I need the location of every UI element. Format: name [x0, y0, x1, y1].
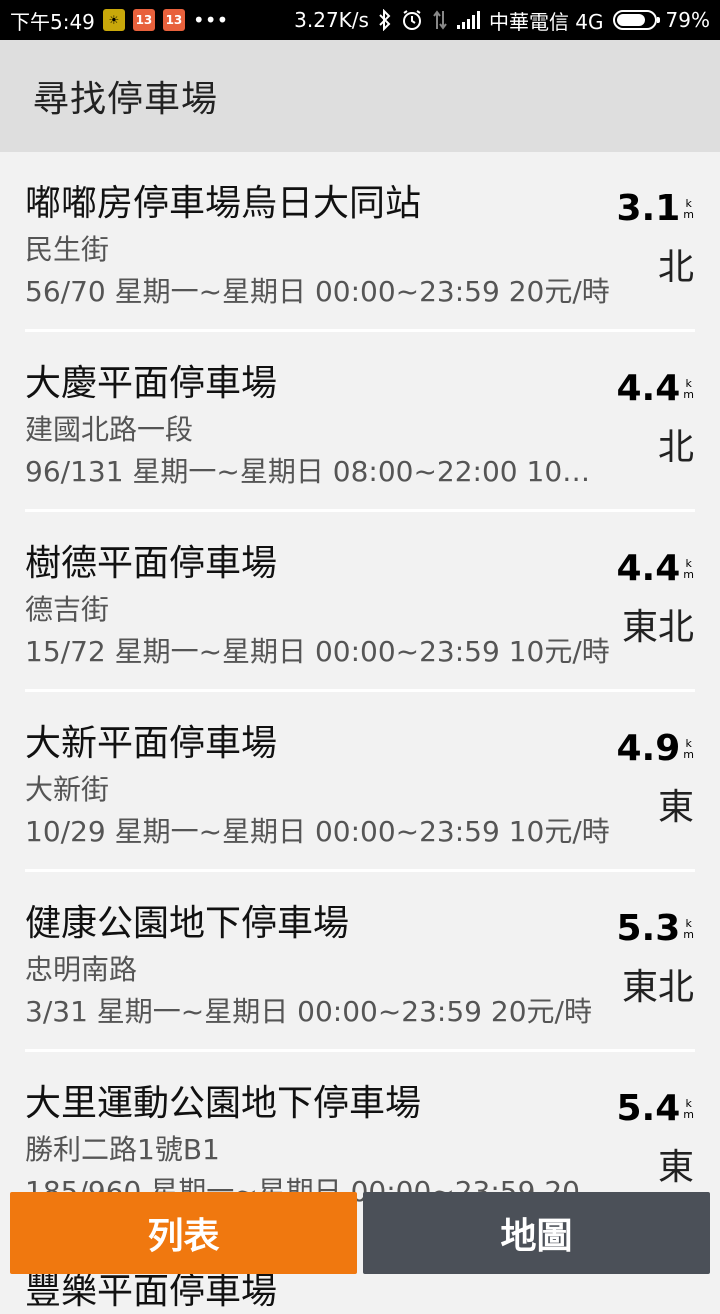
distance-value: 4.4 [616, 548, 681, 589]
parking-name: 健康公園地下停車場 [25, 903, 350, 944]
network-speed: 3.27K/s [294, 8, 369, 32]
distance-value: 4.4 [616, 368, 681, 409]
parking-distance: 3.1 km [617, 188, 695, 229]
distance-value: 4.9 [616, 728, 681, 769]
signal-icon [456, 11, 480, 29]
parking-address: 勝利二路1號B1 [25, 1133, 220, 1166]
distance-value: 5.3 [616, 908, 681, 949]
bluetooth-icon [378, 9, 392, 31]
page-title: 尋找停車場 [33, 79, 219, 120]
calendar-notification-icon: 13 [162, 9, 185, 31]
distance-unit: km [683, 376, 694, 401]
list-item[interactable]: 大新平面停車場 大新街 10/29 星期一~星期日 00:00~23:59 10… [0, 692, 720, 872]
distance-unit: km [683, 916, 694, 941]
parking-address: 忠明南路 [25, 953, 138, 986]
parking-info: 56/70 星期一~星期日 00:00~23:59 20元/時 [25, 275, 610, 308]
distance-value: 3.1 [616, 188, 681, 229]
parking-direction: 北 [657, 247, 694, 288]
status-time: 下午5:49 [10, 9, 95, 34]
calendar-notification-icon: 13 [132, 9, 155, 31]
list-item[interactable]: 樹德平面停車場 德吉街 15/72 星期一~星期日 00:00~23:59 10… [0, 512, 720, 692]
carrier-label: 中華電信 4G [488, 9, 604, 34]
parking-direction: 東 [657, 787, 694, 828]
distance-unit: km [683, 1096, 694, 1121]
more-notifications-icon: ••• [192, 8, 229, 32]
list-item[interactable]: 健康公園地下停車場 忠明南路 3/31 星期一~星期日 00:00~23:59 … [0, 872, 720, 1052]
parking-name: 嘟嘟房停車場烏日大同站 [25, 183, 422, 224]
parking-distance: 4.4 km [617, 548, 695, 589]
parking-distance: 5.4 km [617, 1088, 695, 1129]
parking-distance: 4.9 km [617, 728, 695, 769]
app-notification-icon: ☀ [102, 9, 125, 31]
status-bar: 下午5:49 ☀ 13 13 ••• 3.27K/s 中華電信 4G 79% [0, 0, 720, 40]
battery-percent: 79% [665, 8, 710, 32]
list-item[interactable]: 大慶平面停車場 建國北路一段 96/131 星期一~星期日 08:00~22:0… [0, 332, 720, 512]
parking-direction: 東 [657, 1147, 694, 1188]
parking-list[interactable]: 嘟嘟房停車場烏日大同站 民生街 56/70 星期一~星期日 00:00~23:5… [0, 152, 720, 1232]
parking-direction: 東北 [621, 967, 694, 1008]
parking-address: 大新街 [25, 773, 110, 806]
parking-name: 大新平面停車場 [25, 723, 278, 764]
parking-direction: 東北 [621, 607, 694, 648]
parking-distance: 5.3 km [617, 908, 695, 949]
parking-address: 德吉街 [25, 593, 110, 626]
parking-info: 15/72 星期一~星期日 00:00~23:59 10元/時 [25, 635, 610, 668]
alarm-icon [401, 9, 423, 31]
tab-list[interactable]: 列表 [10, 1192, 357, 1274]
tab-map[interactable]: 地圖 [363, 1192, 710, 1274]
bottom-tab-bar: 列表 地圖 [10, 1192, 710, 1274]
parking-info: 3/31 星期一~星期日 00:00~23:59 20元/時 [25, 995, 592, 1028]
app-bar: 尋找停車場 [0, 40, 720, 152]
parking-address: 民生街 [25, 233, 110, 266]
distance-value: 5.4 [616, 1088, 681, 1129]
data-transfer-icon [432, 9, 448, 31]
distance-unit: km [683, 196, 694, 221]
distance-unit: km [683, 736, 694, 761]
distance-unit: km [683, 556, 694, 581]
parking-distance: 4.4 km [617, 368, 695, 409]
parking-name: 大里運動公園地下停車場 [25, 1083, 422, 1124]
battery-icon [612, 10, 660, 30]
parking-direction: 北 [657, 427, 694, 468]
parking-name: 大慶平面停車場 [25, 363, 278, 404]
parking-info: 96/131 星期一~星期日 08:00~22:00 10元/時 [25, 455, 610, 488]
parking-name: 樹德平面停車場 [25, 543, 278, 584]
parking-address: 建國北路一段 [25, 413, 194, 446]
parking-info: 10/29 星期一~星期日 00:00~23:59 10元/時 [25, 815, 610, 848]
list-item[interactable]: 嘟嘟房停車場烏日大同站 民生街 56/70 星期一~星期日 00:00~23:5… [0, 152, 720, 332]
